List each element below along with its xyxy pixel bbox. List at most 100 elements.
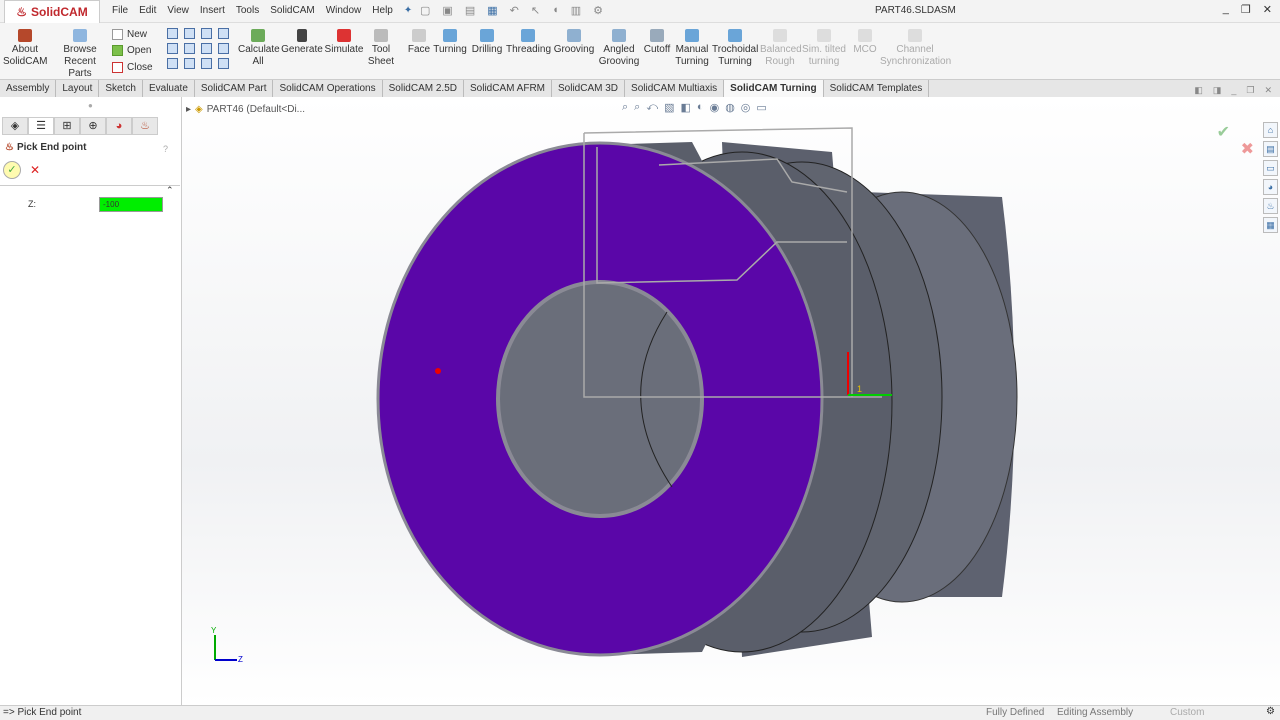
tab-solidcam-3d[interactable]: SolidCAM 3D xyxy=(552,80,626,97)
open-folder-icon xyxy=(112,45,123,56)
menu-window[interactable]: Window xyxy=(326,5,362,16)
threading-icon xyxy=(521,29,535,42)
close-button[interactable]: Close xyxy=(112,62,153,73)
undo-icon[interactable]: ↶ xyxy=(510,4,519,17)
graphics-viewport[interactable]: ▸ ◈ PART46 (Default<Di... ⌕ ⌕ ⤺ ▧ ◧ ◐ ◉ ◍ ◎ ▭ 1 YZ … xyxy=(182,97,1280,705)
status-options-icon[interactable]: ⚙ xyxy=(1266,706,1275,717)
print-icon[interactable]: ▦ xyxy=(487,4,497,17)
new-button[interactable]: New xyxy=(112,29,147,40)
browse-recent-parts-button[interactable]: Browse Recent Parts xyxy=(52,29,108,80)
turning-icon xyxy=(443,29,457,42)
tab-solidcam-afrm[interactable]: SolidCAM AFRM xyxy=(464,80,552,97)
solidcam-icon xyxy=(18,29,32,42)
tab-solidcam-2-5d[interactable]: SolidCAM 2.5D xyxy=(383,80,464,97)
splitter-handle[interactable]: ● xyxy=(88,101,93,110)
document-title: PART46.SLDASM xyxy=(875,5,956,16)
doc-minimize-button[interactable]: _ xyxy=(1231,85,1236,96)
display-manager-tab-icon[interactable]: ◕ xyxy=(106,117,132,135)
dimxpert-tab-icon[interactable]: ⊕ xyxy=(80,117,106,135)
tab-solidcam-turning[interactable]: SolidCAM Turning xyxy=(724,80,824,97)
tile-left-icon[interactable]: ◧ xyxy=(1194,85,1203,96)
command-manager-tabs: Assembly Layout Sketch Evaluate SolidCAM… xyxy=(0,80,1280,97)
doc-restore-button[interactable]: ❐ xyxy=(1246,85,1254,96)
tab-evaluate[interactable]: Evaluate xyxy=(143,80,195,97)
open-icon[interactable]: ▣ xyxy=(442,4,452,17)
home-icon[interactable]: ⌂ xyxy=(1263,122,1278,138)
ok-check-button[interactable]: ✓ xyxy=(3,161,21,179)
tab-sketch[interactable]: Sketch xyxy=(99,80,143,97)
close-file-icon xyxy=(112,62,123,73)
resources-icon[interactable]: ▤ xyxy=(1263,141,1278,157)
save-icon[interactable]: ▤ xyxy=(465,4,475,17)
appearances-icon[interactable]: ◕ xyxy=(1263,179,1278,195)
threading-button[interactable]: Threading xyxy=(506,29,551,56)
simulate-button[interactable]: Simulate xyxy=(324,29,364,56)
solidcam-logo[interactable]: ♨ SolidCAM xyxy=(4,0,100,24)
configuration-manager-tab-icon[interactable]: ⊞ xyxy=(54,117,80,135)
file-properties-icon[interactable]: ▥ xyxy=(571,4,581,17)
menu-insert[interactable]: Insert xyxy=(200,5,225,16)
manual-turning-button[interactable]: Manual Turning xyxy=(674,29,710,68)
drilling-button[interactable]: Drilling xyxy=(470,29,504,56)
restore-button[interactable]: ❐ xyxy=(1241,3,1251,16)
new-document-icon[interactable]: ▢ xyxy=(420,4,430,17)
grooving-button[interactable]: Grooving xyxy=(553,29,595,56)
tab-assembly[interactable]: Assembly xyxy=(0,80,57,97)
channel-synchronization-button[interactable]: Channel Synchronization xyxy=(880,29,951,68)
menu-view[interactable]: View xyxy=(167,5,189,16)
tool-sheet-button[interactable]: Tool Sheet xyxy=(366,29,396,68)
minimize-button[interactable]: _ xyxy=(1223,3,1229,16)
tab-solidcam-multiaxis[interactable]: SolidCAM Multiaxis xyxy=(625,80,725,97)
generate-button[interactable]: Generate xyxy=(281,29,323,56)
mco-button[interactable]: MCO xyxy=(852,29,878,56)
select-icon[interactable]: ↖ xyxy=(531,4,540,17)
view-orientation-icons[interactable] xyxy=(167,28,231,69)
solidcam-pane-icon[interactable]: ♨ xyxy=(1263,198,1278,214)
rebuild-icon[interactable]: ◖ xyxy=(552,4,559,17)
menu-help[interactable]: Help xyxy=(372,5,393,16)
menu-edit[interactable]: Edit xyxy=(139,5,156,16)
close-window-button[interactable]: ✕ xyxy=(1263,3,1272,16)
custom-properties-icon[interactable]: ▦ xyxy=(1263,217,1278,233)
angled-grooving-button[interactable]: Angled Grooving xyxy=(598,29,640,68)
collapse-chevron-icon[interactable]: ⌃ xyxy=(166,185,174,196)
menu-file[interactable]: File xyxy=(112,5,128,16)
z-value-field[interactable]: -100 xyxy=(99,197,163,212)
file-explorer-icon[interactable]: ▭ xyxy=(1263,160,1278,176)
status-prompt: => Pick End point xyxy=(3,707,82,718)
help-icon[interactable]: ? xyxy=(163,144,168,154)
options-gear-icon[interactable]: ⚙ xyxy=(593,4,603,17)
tile-right-icon[interactable]: ◨ xyxy=(1213,85,1222,96)
cancel-x-button[interactable]: ✕ xyxy=(30,163,40,177)
quick-access-toolbar: ▢ ▣ ▤ ▦ ↶ ↖ ◖ ▥ ⚙ xyxy=(420,4,603,17)
panel-header: ♨ Pick End point xyxy=(5,142,86,153)
property-manager-tab-icon[interactable]: ☰ xyxy=(28,117,54,135)
cutoff-button[interactable]: Cutoff xyxy=(643,29,671,56)
confirm-corner-check-icon[interactable]: ✔ xyxy=(1217,122,1230,142)
menu-solidcam[interactable]: SolidCAM xyxy=(270,5,314,16)
sim-tilted-turning-button[interactable]: Sim. tilted turning xyxy=(802,29,846,68)
face-icon xyxy=(412,29,426,42)
open-button[interactable]: Open xyxy=(112,45,151,56)
folder-icon xyxy=(73,29,87,42)
pin-icon[interactable]: ✦ xyxy=(404,5,412,16)
balanced-rough-button[interactable]: Balanced Rough xyxy=(760,29,802,68)
face-button[interactable]: Face xyxy=(406,29,432,56)
units-dropdown[interactable]: Custom xyxy=(1170,707,1204,718)
trochoidal-turning-icon xyxy=(728,29,742,42)
solidcam-manager-tab-icon[interactable]: ♨ xyxy=(132,117,158,135)
feature-manager-tab-icon[interactable]: ◈ xyxy=(2,117,28,135)
about-solidcam-button[interactable]: About SolidCAM xyxy=(3,29,47,68)
turning-button[interactable]: Turning xyxy=(433,29,467,56)
tab-solidcam-part[interactable]: SolidCAM Part xyxy=(195,80,274,97)
tab-solidcam-templates[interactable]: SolidCAM Templates xyxy=(824,80,930,97)
tab-solidcam-operations[interactable]: SolidCAM Operations xyxy=(273,80,383,97)
confirm-corner-cancel-icon[interactable]: ✖ xyxy=(1241,139,1254,159)
menu-tools[interactable]: Tools xyxy=(236,5,259,16)
doc-close-button[interactable]: ✕ xyxy=(1264,85,1272,96)
calculate-all-button[interactable]: Calculate All xyxy=(238,29,280,68)
tab-layout[interactable]: Layout xyxy=(56,80,100,97)
trochoidal-turning-button[interactable]: Trochoidal Turning xyxy=(712,29,758,68)
manual-turning-icon xyxy=(685,29,699,42)
status-editing-assembly: Editing Assembly xyxy=(1057,707,1134,718)
